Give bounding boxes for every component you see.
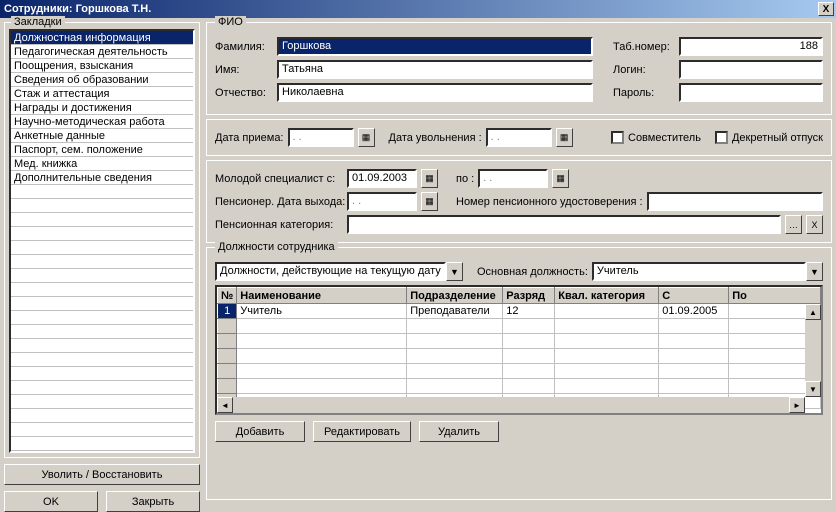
col-name[interactable]: Наименование [237,288,407,304]
scroll-down-icon[interactable]: ▼ [805,381,821,397]
table-row[interactable]: 1УчительПреподаватели1201.09.2005 [218,304,821,319]
col-from[interactable]: С [659,288,729,304]
bookmarks-panel: Закладки Должностная информацияПедагогич… [4,22,200,458]
sidebar-item[interactable]: Стаж и аттестация [11,87,193,101]
add-button[interactable]: Добавить [215,421,305,442]
maternity-label: Декретный отпуск [732,132,823,144]
sidebar-item[interactable]: Поощрения, взыскания [11,59,193,73]
titlebar: Сотрудники: Горшкова Т.Н. X [0,0,836,18]
scroll-left-icon[interactable]: ◄ [217,397,233,413]
edit-button[interactable]: Редактировать [313,421,411,442]
filter-combo[interactable]: Должности, действующие на текущую дату [215,262,446,281]
table-row[interactable] [218,334,821,349]
pension-cat-label: Пенсионная категория: [215,219,343,231]
fio-legend: ФИО [215,16,246,28]
positions-grid[interactable]: № Наименование Подразделение Разряд Квал… [215,285,823,415]
sidebar-item[interactable]: Анкетные данные [11,129,193,143]
bookmarks-title: Закладки [11,16,65,28]
calendar-icon[interactable]: ▦ [358,128,375,147]
dates-group: Дата приема: . . ▦ Дата увольнения : . .… [206,119,832,156]
calendar-icon[interactable]: ▦ [556,128,573,147]
col-qual[interactable]: Квал. категория [555,288,659,304]
main-position-label: Основная должность: [477,266,588,278]
surname-label: Фамилия: [215,41,273,53]
chevron-down-icon[interactable]: ▼ [446,262,463,281]
name-input[interactable]: Татьяна [277,60,593,79]
pension-cat-input[interactable] [347,215,781,234]
sidebar-item[interactable]: Сведения об образовании [11,73,193,87]
fire-date-input[interactable]: . . [486,128,552,147]
clear-icon[interactable]: X [806,215,823,234]
table-row[interactable] [218,364,821,379]
name-label: Имя: [215,64,273,76]
tabnum-input[interactable]: 188 [679,37,823,56]
sidebar-item[interactable]: Награды и достижения [11,101,193,115]
young-to-label: по : [456,173,474,185]
young-from-input[interactable]: 01.09.2003 [347,169,417,188]
fire-date-label: Дата увольнения : [389,132,482,144]
chevron-down-icon[interactable]: ▼ [806,262,823,281]
sidebar-item[interactable]: Должностная информация [11,31,193,45]
fio-group: ФИО Фамилия:Горшкова Имя:Татьяна Отчеств… [206,22,832,115]
young-spec-label: Молодой специалист с: [215,173,343,185]
patronymic-input[interactable]: Николаевна [277,83,593,102]
sidebar-item[interactable]: Мед. книжка [11,157,193,171]
pension-cert-label: Номер пенсионного удостоверения : [456,196,643,208]
scroll-right-icon[interactable]: ► [789,397,805,413]
password-label: Пароль: [613,87,675,99]
positions-group: Должности сотрудника Должности, действую… [206,247,832,500]
delete-button[interactable]: Удалить [419,421,499,442]
table-row[interactable] [218,349,821,364]
ok-button[interactable]: OK [4,491,98,512]
window-title: Сотрудники: Горшкова Т.Н. [2,3,818,15]
table-row[interactable] [218,379,821,394]
col-num[interactable]: № [218,288,237,304]
pension-group: Молодой специалист с: 01.09.2003 ▦ по : … [206,160,832,243]
pension-exit-label: Пенсионер. Дата выхода: [215,196,343,208]
calendar-icon[interactable]: ▦ [552,169,569,188]
close-icon[interactable]: X [818,2,834,16]
sidebar-item[interactable]: Дополнительные сведения [11,171,193,185]
calendar-icon[interactable]: ▦ [421,192,438,211]
scrollbar-vertical[interactable]: ▲ ▼ [805,304,821,397]
calendar-icon[interactable]: ▦ [421,169,438,188]
pension-exit-input[interactable]: . . [347,192,417,211]
parttime-checkbox[interactable] [611,131,624,144]
col-rank[interactable]: Разряд [503,288,555,304]
close-button[interactable]: Закрыть [106,491,200,512]
main-position-combo[interactable]: Учитель [592,262,806,281]
hire-date-input[interactable]: . . [288,128,354,147]
hire-date-label: Дата приема: [215,132,284,144]
surname-input[interactable]: Горшкова [277,37,593,56]
login-label: Логин: [613,64,675,76]
tabnum-label: Таб.номер: [613,41,675,53]
login-input[interactable] [679,60,823,79]
fire-restore-button[interactable]: Уволить / Восстановить [4,464,200,485]
sidebar-item[interactable]: Паспорт, сем. положение [11,143,193,157]
sidebar-item[interactable]: Научно-методическая работа [11,115,193,129]
maternity-checkbox[interactable] [715,131,728,144]
lookup-icon[interactable]: … [785,215,802,234]
scroll-up-icon[interactable]: ▲ [805,304,821,320]
parttime-label: Совместитель [628,132,701,144]
positions-legend: Должности сотрудника [215,241,338,253]
bookmarks-list[interactable]: Должностная информацияПедагогическая дея… [9,29,195,453]
sidebar-item[interactable]: Педагогическая деятельность [11,45,193,59]
password-input[interactable] [679,83,823,102]
col-dept[interactable]: Подразделение [407,288,503,304]
scrollbar-horizontal[interactable]: ◄ ► [217,397,805,413]
table-row[interactable] [218,319,821,334]
pension-cert-input[interactable] [647,192,823,211]
col-to[interactable]: По [729,288,821,304]
young-to-input[interactable]: . . [478,169,548,188]
patronymic-label: Отчество: [215,87,273,99]
